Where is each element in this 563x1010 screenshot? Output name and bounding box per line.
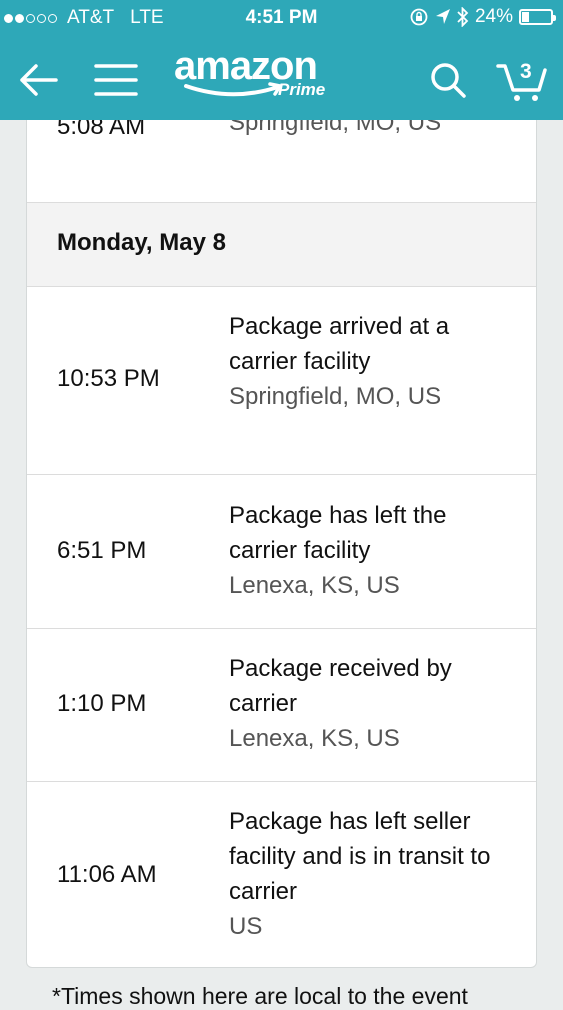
app-header: AT&T LTE 4:51 PM 24% amazon Prime 3 [0, 0, 563, 120]
bluetooth-icon [457, 7, 469, 27]
event-location: US [229, 913, 263, 940]
event-location: Springfield, MO, US [229, 383, 442, 410]
search-icon [431, 63, 466, 98]
hamburger-menu-icon [94, 64, 138, 96]
event-details: Package has left seller facility and is … [229, 804, 499, 944]
event-details: Package arrived at a carrier facility Sp… [229, 309, 499, 414]
tracking-event-row: 11:06 AM Package has left seller facilit… [27, 782, 536, 967]
menu-button[interactable] [90, 54, 142, 106]
event-status: Package received by carrier [229, 655, 452, 717]
battery-icon [519, 9, 556, 25]
amazon-prime-logo[interactable]: amazon Prime [174, 46, 325, 99]
event-time: 6:51 PM [57, 537, 147, 564]
tracking-event-row: 6:51 PM Package has left the carrier fac… [27, 475, 536, 629]
tracking-events-card: 5:08 AM Springfield, MO, US Monday, May … [26, 60, 537, 968]
location-arrow-icon [435, 9, 450, 24]
event-time: 1:10 PM [57, 690, 147, 717]
prime-label: Prime [278, 80, 326, 99]
tracking-event-row: 1:10 PM Package received by carrier Lene… [27, 629, 536, 782]
back-button[interactable] [12, 54, 64, 106]
battery-percent: 24% [474, 6, 513, 27]
back-arrow-icon [20, 64, 58, 96]
event-location: Lenexa, KS, US [229, 725, 400, 752]
navigation-bar: amazon Prime 3 [0, 40, 563, 120]
event-status: Package arrived at a carrier facility [229, 313, 450, 375]
day-header-label: Monday, May 8 [57, 229, 226, 256]
timezone-footnote: *Times shown here are local to the event [52, 983, 468, 1009]
rotation-lock-icon [410, 8, 428, 26]
event-status: Package has left seller facility and is … [229, 808, 491, 905]
event-location: Lenexa, KS, US [229, 572, 400, 599]
status-icons: 24% [409, 6, 556, 28]
event-status: Package has left the carrier facility [229, 502, 447, 564]
event-time: 11:06 AM [57, 861, 157, 888]
tracking-event-row: 10:53 PM Package arrived at a carrier fa… [27, 287, 536, 475]
event-details: Package has left the carrier facility Le… [229, 498, 499, 603]
cart-count: 3 [520, 60, 532, 83]
status-bar: AT&T LTE 4:51 PM 24% [0, 0, 563, 38]
event-time: 10:53 PM [57, 365, 160, 392]
cart-button[interactable]: 3 [494, 54, 550, 106]
smile-arrow-icon [184, 82, 282, 97]
search-button[interactable] [422, 54, 474, 106]
event-details: Package received by carrier Lenexa, KS, … [229, 651, 499, 756]
day-header: Monday, May 8 [27, 203, 536, 287]
